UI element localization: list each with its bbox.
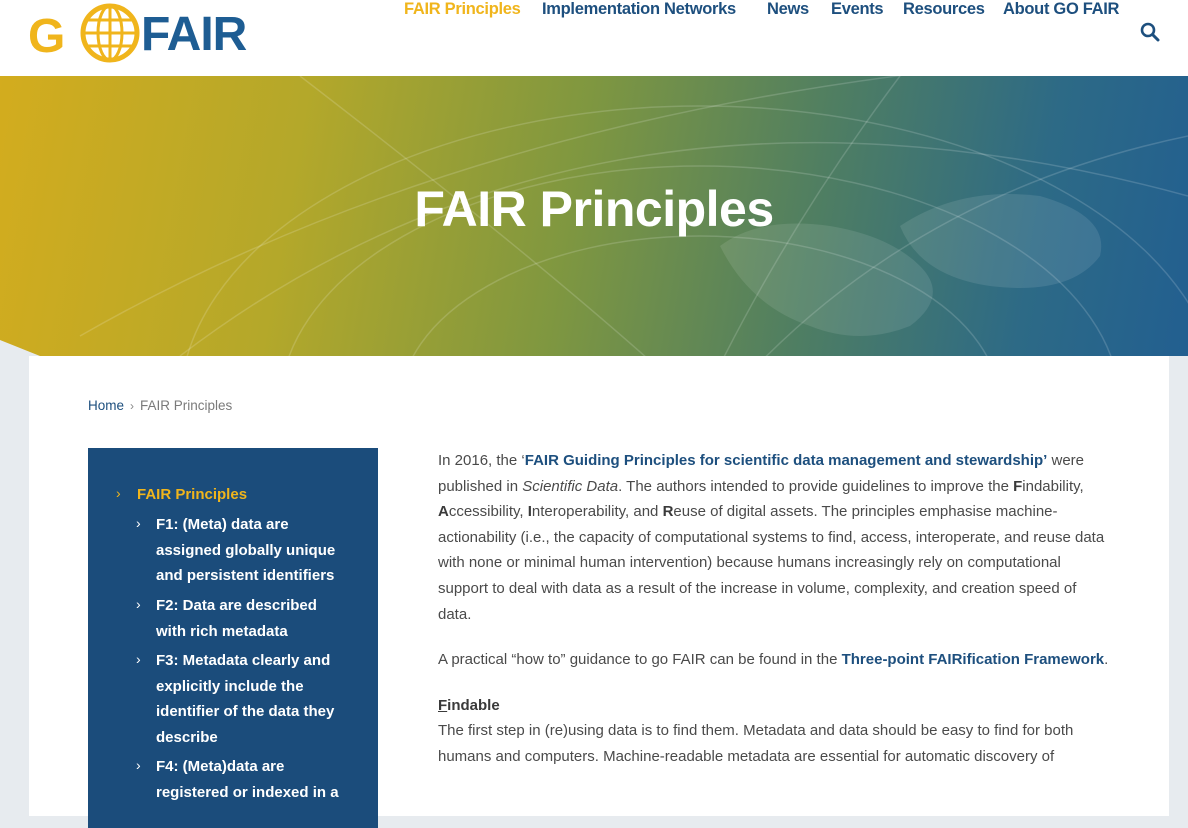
sidebar-item-fair-principles[interactable]: FAIR Principles — [137, 482, 247, 508]
page-title: FAIR Principles — [414, 181, 774, 237]
breadcrumb-current: FAIR Principles — [140, 398, 233, 413]
intro-paragraph: In 2016, the ‘FAIR Guiding Principles fo… — [438, 448, 1110, 627]
go-fair-logo[interactable]: G FAIR — [28, 3, 247, 63]
chevron-right-icon: › — [136, 596, 141, 612]
search-icon[interactable] — [1140, 22, 1160, 42]
sidebar-nav: › FAIR Principles › F1: (Meta) data are … — [88, 448, 378, 828]
sidebar-item-f4-line: F4: (Meta)data are — [156, 758, 285, 775]
findable-paragraph: The first step in (re)using data is to f… — [438, 722, 1074, 765]
text: indability, — [1022, 477, 1084, 495]
nav-news[interactable]: News — [767, 0, 809, 19]
sidebar-item-f4-line: registered or indexed in a — [156, 783, 339, 801]
sidebar-item-f1-line: F1: (Meta) data are — [156, 516, 289, 533]
sidebar-item-f2[interactable]: F2: Data are described with rich metadat… — [156, 593, 317, 644]
sidebar-item-f1-line: assigned globally unique — [156, 541, 336, 559]
sidebar-item-f3-line: describe — [156, 728, 218, 746]
breadcrumb-separator: › — [130, 399, 135, 413]
sidebar-item-f2-line: F2: Data are described — [156, 597, 317, 614]
text: A practical “how to” guidance to go FAIR… — [438, 651, 842, 669]
text: nteroperability, and — [531, 503, 663, 521]
article-body: In 2016, the ‘FAIR Guiding Principles fo… — [438, 448, 1110, 790]
howto-paragraph: A practical “how to” guidance to go FAIR… — [438, 647, 1110, 673]
text: . — [1104, 651, 1109, 669]
nav-resources[interactable]: Resources — [903, 0, 985, 19]
sidebar-item-f3-line: explicitly include the — [156, 677, 304, 695]
chevron-right-icon: › — [136, 757, 141, 773]
nav-fair-principles[interactable]: FAIR Principles — [404, 0, 521, 19]
chevron-right-icon: › — [136, 515, 141, 531]
sidebar-item-f1-line: and persistent identifiers — [156, 567, 335, 584]
breadcrumb-home[interactable]: Home — [88, 398, 124, 413]
nav-events[interactable]: Events — [831, 0, 884, 19]
hero-banner: FAIR Principles — [0, 76, 1188, 356]
logo-letter-g: G — [28, 10, 65, 63]
sidebar-item-f4[interactable]: F4: (Meta)data are registered or indexed… — [156, 754, 339, 805]
letter-r: R — [662, 503, 674, 521]
letter-a: A — [438, 503, 449, 521]
findable-heading: Findable — [438, 693, 1110, 719]
breadcrumb: Home › FAIR Principles — [88, 398, 232, 413]
three-point-fairification-link[interactable]: Three-point FAIRification Framework — [842, 651, 1105, 668]
nav-implementation-networks[interactable]: Implementation Networks — [542, 0, 736, 19]
sidebar-item-f1[interactable]: F1: (Meta) data are assigned globally un… — [156, 512, 335, 589]
text: ccessibility, — [448, 503, 528, 521]
sidebar-item-f3[interactable]: F3: Metadata clearly and explicitly incl… — [156, 648, 334, 750]
globe-icon — [80, 3, 140, 63]
chevron-right-icon: › — [116, 485, 121, 501]
text: indable — [447, 696, 500, 714]
nav-about-go-fair[interactable]: About GO FAIR — [1003, 0, 1119, 19]
fair-guiding-principles-link[interactable]: FAIR Guiding Principles for scientific d… — [525, 452, 1048, 469]
chevron-right-icon: › — [136, 651, 141, 667]
sidebar-item-f3-line: identifier of the data they — [156, 703, 335, 720]
journal-name: Scientific Data — [522, 477, 619, 495]
sidebar-item-f2-line: with rich metadata — [156, 622, 288, 640]
text: . The authors intended to provide guidel… — [618, 477, 1014, 495]
sidebar-item-f3-line: F3: Metadata clearly and — [156, 652, 331, 669]
text: euse of digital assets. The principles e… — [438, 503, 1105, 623]
text: In 2016, the ‘ — [438, 452, 525, 469]
logo-fair-text: FAIR — [141, 8, 247, 61]
letter-f: F — [1013, 477, 1023, 495]
letter-f: F — [438, 696, 448, 714]
site-header: G FAIR FAIR Principles Implementation Ne… — [0, 0, 1188, 76]
content-card: Home › FAIR Principles › FAIR Principles ›… — [29, 356, 1169, 828]
